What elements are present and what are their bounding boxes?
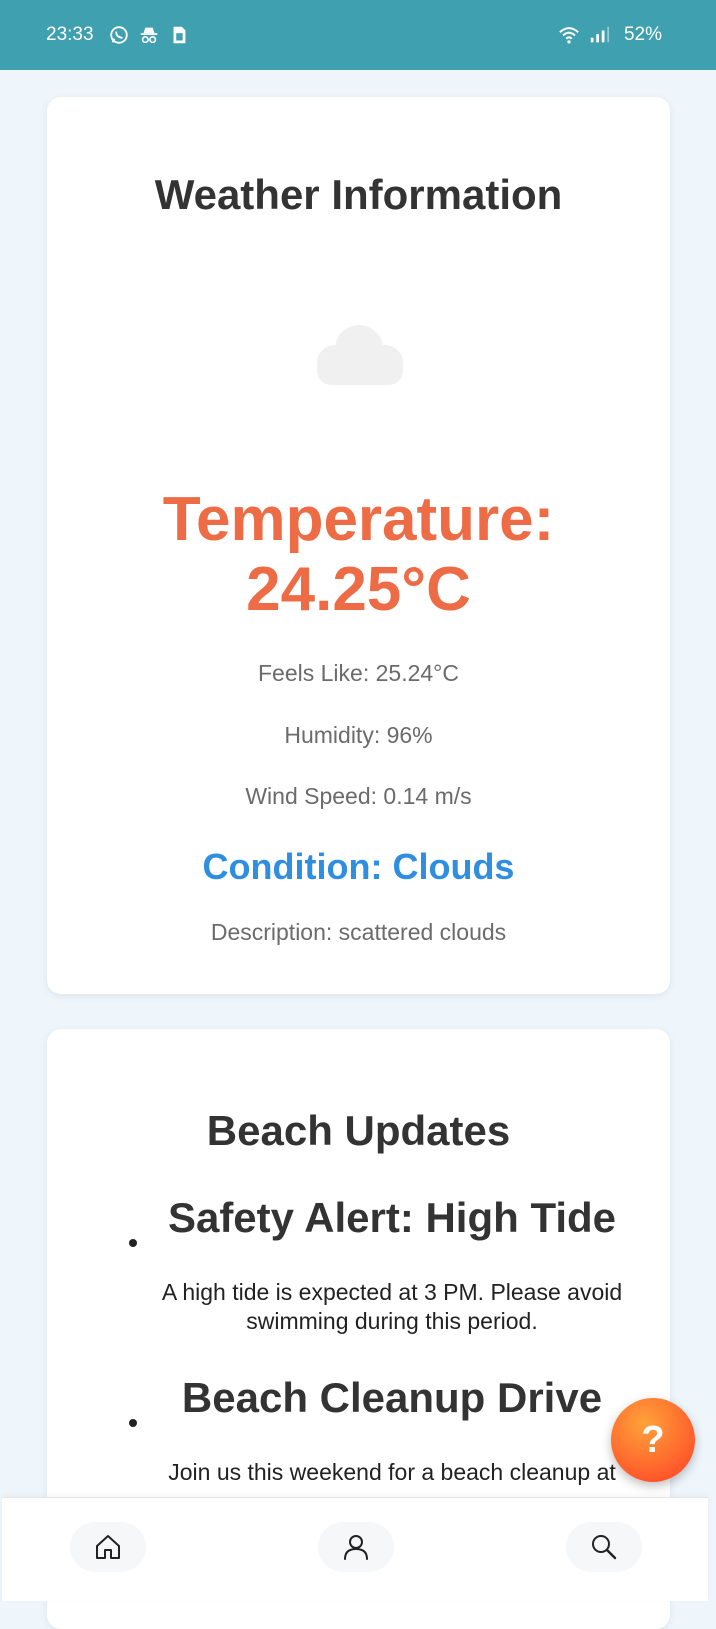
sim-card-icon xyxy=(173,26,185,44)
wifi-icon xyxy=(559,27,579,44)
battery-level: 52% xyxy=(623,24,662,45)
incognito-icon xyxy=(140,27,157,44)
feels-like: Feels Like: 25.24°C xyxy=(258,660,459,686)
update-title: Beach Cleanup Drive xyxy=(181,1374,603,1421)
temperature-value: Temperature: 24.25°C xyxy=(162,485,555,624)
update-body: Join us this weekend for a beach cleanup… xyxy=(168,1459,616,1485)
signal-icon xyxy=(590,26,610,43)
whatsapp-icon xyxy=(109,26,128,44)
help-button[interactable]: ? xyxy=(611,1398,695,1482)
profile-icon xyxy=(344,1535,368,1560)
status-time: 23:33 xyxy=(46,24,94,45)
notification-icons xyxy=(108,24,190,46)
home-icon xyxy=(96,1535,120,1559)
status-bar: 23:33 52% xyxy=(0,0,716,70)
status-bar-right: 52% xyxy=(558,24,662,46)
wind-speed: Wind Speed: 0.14 m/s xyxy=(245,783,472,809)
cloud-icon xyxy=(317,325,403,385)
weather-title: Weather Information xyxy=(154,171,563,218)
beach-updates-title: Beach Updates xyxy=(206,1107,511,1154)
update-body: A high tide is expected at 3 PM. Please … xyxy=(161,1279,623,1334)
bullet xyxy=(129,1239,137,1247)
humidity: Humidity: 96% xyxy=(284,722,433,748)
nav-home-button[interactable] xyxy=(70,1522,146,1572)
weather-condition: Condition: Clouds xyxy=(202,846,515,887)
weather-description: Description: scattered clouds xyxy=(210,919,507,945)
system-icons xyxy=(558,24,610,46)
update-title: Safety Alert: High Tide xyxy=(167,1194,617,1241)
bullet xyxy=(129,1419,137,1427)
help-button-label: ? xyxy=(641,1418,665,1461)
nav-profile-button[interactable] xyxy=(318,1522,394,1572)
status-bar-left: 23:33 xyxy=(46,24,190,46)
weather-card: Weather Information Temperature: 24.25°C… xyxy=(47,97,670,994)
nav-search-button[interactable] xyxy=(566,1522,642,1572)
search-icon xyxy=(592,1535,617,1560)
bottom-nav xyxy=(2,1497,708,1601)
